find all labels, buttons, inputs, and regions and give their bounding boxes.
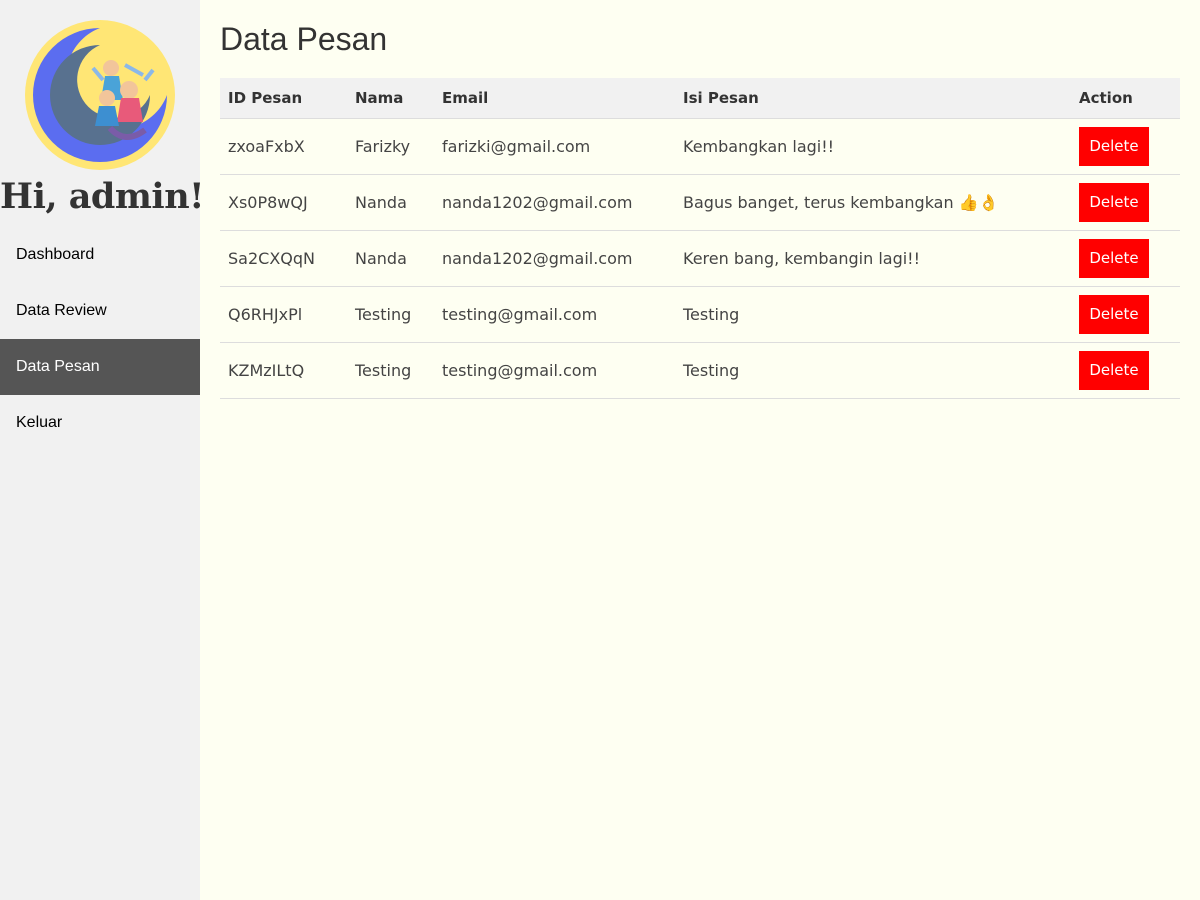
cell-id: Q6RHJxPl xyxy=(220,286,347,343)
sidebar: Hi, admin! Dashboard Data Review Data Pe… xyxy=(0,0,205,900)
cell-id: KZMzILtQ xyxy=(220,342,347,399)
page-title: Data Pesan xyxy=(220,21,388,57)
cell-nama: Nanda xyxy=(347,174,434,231)
cell-nama: Nanda xyxy=(347,230,434,287)
header-action: Action xyxy=(1071,78,1180,119)
greeting: Hi, admin! xyxy=(0,176,205,217)
table-row: Xs0P8wQJ Nanda nanda1202@gmail.com Bagus… xyxy=(220,174,1180,231)
cell-email: farizki@gmail.com xyxy=(434,118,675,175)
header-email: Email xyxy=(434,78,675,119)
sidebar-item-keluar[interactable]: Keluar xyxy=(0,395,200,451)
cell-id: Sa2CXQqN xyxy=(220,230,347,287)
delete-button[interactable]: Delete xyxy=(1079,350,1149,390)
cell-nama: Testing xyxy=(347,342,434,399)
sidebar-item-dashboard[interactable]: Dashboard xyxy=(0,227,200,283)
table-row: zxoaFxbX Farizky farizki@gmail.com Kemba… xyxy=(220,118,1180,175)
cell-nama: Farizky xyxy=(347,118,434,175)
cell-email: testing@gmail.com xyxy=(434,342,675,399)
messages-table: ID Pesan Nama Email Isi Pesan Action zxo… xyxy=(220,78,1180,399)
cell-email: nanda1202@gmail.com xyxy=(434,230,675,287)
family-playing-logo xyxy=(25,20,175,170)
cell-isi-pesan: Testing xyxy=(675,286,1071,343)
sidebar-item-data-review[interactable]: Data Review xyxy=(0,283,200,339)
cell-nama: Testing xyxy=(347,286,434,343)
main-content: Data Pesan ID Pesan Nama Email Isi Pesan… xyxy=(220,0,1180,399)
cell-email: testing@gmail.com xyxy=(434,286,675,343)
cell-isi-pesan: Testing xyxy=(675,342,1071,399)
cell-isi-pesan: Keren bang, kembangin lagi!! xyxy=(675,230,1071,287)
cell-action: Delete xyxy=(1071,118,1180,175)
delete-button[interactable]: Delete xyxy=(1079,238,1149,278)
header-isi-pesan: Isi Pesan xyxy=(675,78,1071,119)
header-nama: Nama xyxy=(347,78,434,119)
delete-button[interactable]: Delete xyxy=(1079,294,1149,334)
cell-action: Delete xyxy=(1071,342,1180,399)
table-header-row: ID Pesan Nama Email Isi Pesan Action xyxy=(220,78,1180,119)
cell-action: Delete xyxy=(1071,286,1180,343)
cell-action: Delete xyxy=(1071,174,1180,231)
header-id-pesan: ID Pesan xyxy=(220,78,347,119)
cell-email: nanda1202@gmail.com xyxy=(434,174,675,231)
cell-isi-pesan: Kembangkan lagi!! xyxy=(675,118,1071,175)
table-row: KZMzILtQ Testing testing@gmail.com Testi… xyxy=(220,342,1180,399)
cell-id: Xs0P8wQJ xyxy=(220,174,347,231)
sidebar-item-data-pesan[interactable]: Data Pesan xyxy=(0,339,200,395)
delete-button[interactable]: Delete xyxy=(1079,182,1149,222)
sidebar-nav: Dashboard Data Review Data Pesan Keluar xyxy=(0,227,200,451)
cell-isi-pesan: Bagus banget, terus kembangkan 👍👌 xyxy=(675,174,1071,231)
table-row: Q6RHJxPl Testing testing@gmail.com Testi… xyxy=(220,286,1180,343)
cell-action: Delete xyxy=(1071,230,1180,287)
cell-id: zxoaFxbX xyxy=(220,118,347,175)
table-row: Sa2CXQqN Nanda nanda1202@gmail.com Keren… xyxy=(220,230,1180,287)
delete-button[interactable]: Delete xyxy=(1079,126,1149,166)
